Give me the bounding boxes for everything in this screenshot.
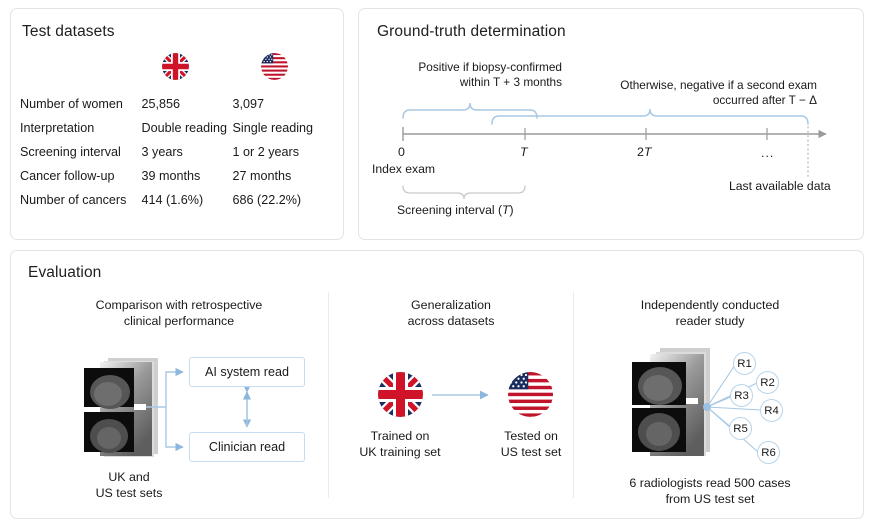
note-negative-criterion: Otherwise, negative if a second exam occ… bbox=[565, 78, 817, 108]
cell-us: Single reading bbox=[233, 116, 320, 140]
index-exam-label: Index exam bbox=[372, 162, 435, 176]
table-row: Number of women 25,856 3,097 bbox=[20, 92, 320, 116]
cell-us: 686 (22.2%) bbox=[233, 188, 320, 212]
mammogram-stack-reader-study bbox=[632, 348, 742, 460]
page-title-test-datasets: Test datasets bbox=[22, 23, 115, 41]
cell-uk: 414 (1.6%) bbox=[142, 188, 233, 212]
us-flag-icon bbox=[261, 53, 288, 80]
table-row: Cancer follow-up 39 months 27 months bbox=[20, 164, 320, 188]
row-label: Screening interval bbox=[20, 140, 142, 164]
evaluation-divider-1 bbox=[328, 292, 329, 498]
table-row: Screening interval 3 years 1 or 2 years bbox=[20, 140, 320, 164]
figure-root: Test datasets bbox=[0, 0, 874, 527]
page-title-ground-truth: Ground-truth determination bbox=[377, 23, 566, 41]
reader-circle-r3: R3 bbox=[730, 384, 753, 407]
cell-us: 3,097 bbox=[233, 92, 320, 116]
us-flag-icon bbox=[508, 372, 553, 417]
generalization-arrow bbox=[432, 386, 502, 404]
evaluation-column-title-generalization: Generalization across datasets bbox=[371, 297, 531, 329]
cell-uk: 3 years bbox=[142, 140, 233, 164]
clinician-read-box: Clinician read bbox=[189, 432, 305, 462]
row-label: Interpretation bbox=[20, 116, 142, 140]
uk-flag-icon bbox=[378, 372, 423, 417]
row-label: Number of women bbox=[20, 92, 142, 116]
reader-circle-r6: R6 bbox=[757, 441, 780, 464]
caption-trained-on-uk: Trained on UK training set bbox=[346, 428, 454, 460]
test-datasets-table: Number of women 25,856 3,097 Interpretat… bbox=[20, 92, 320, 212]
caption-reader-study: 6 radiologists read 500 cases from US te… bbox=[610, 475, 810, 507]
caption-uk-us-test-sets: UK and US test sets bbox=[69, 469, 189, 501]
screening-interval-label: Screening interval (T) bbox=[397, 203, 514, 217]
evaluation-divider-2 bbox=[573, 292, 574, 498]
page-title-evaluation: Evaluation bbox=[28, 264, 101, 282]
table-row: Number of cancers 414 (1.6%) 686 (22.2%) bbox=[20, 188, 320, 212]
last-available-data-label: Last available data bbox=[729, 179, 831, 193]
cell-us: 27 months bbox=[233, 164, 320, 188]
cell-uk: 25,856 bbox=[142, 92, 233, 116]
axis-tick-label-T: T bbox=[520, 145, 528, 159]
evaluation-column-title-reader-study: Independently conducted reader study bbox=[610, 297, 810, 329]
caption-tested-on-us: Tested on US test set bbox=[478, 428, 584, 460]
cell-us: 1 or 2 years bbox=[233, 140, 320, 164]
row-label: Number of cancers bbox=[20, 188, 142, 212]
uk-flag-icon bbox=[162, 53, 189, 80]
reader-circle-r2: R2 bbox=[756, 371, 779, 394]
table-row: Interpretation Double reading Single rea… bbox=[20, 116, 320, 140]
evaluation-column-title-comparison: Comparison with retrospective clinical p… bbox=[78, 297, 280, 329]
row-label: Cancer follow-up bbox=[20, 164, 142, 188]
axis-tick-label-0: 0 bbox=[398, 145, 405, 159]
reader-circle-r1: R1 bbox=[733, 352, 756, 375]
axis-tick-label-2T: 2T bbox=[637, 145, 651, 159]
note-positive-criterion: Positive if biopsy-confirmed within T + … bbox=[386, 60, 562, 90]
cell-uk: 39 months bbox=[142, 164, 233, 188]
mammogram-stack-uk-us bbox=[84, 358, 194, 460]
ai-system-read-box: AI system read bbox=[189, 357, 305, 387]
reader-circle-r5: R5 bbox=[729, 417, 752, 440]
reader-circle-r4: R4 bbox=[760, 399, 783, 422]
axis-tick-label-ellipsis: ... bbox=[761, 146, 774, 160]
cell-uk: Double reading bbox=[142, 116, 233, 140]
